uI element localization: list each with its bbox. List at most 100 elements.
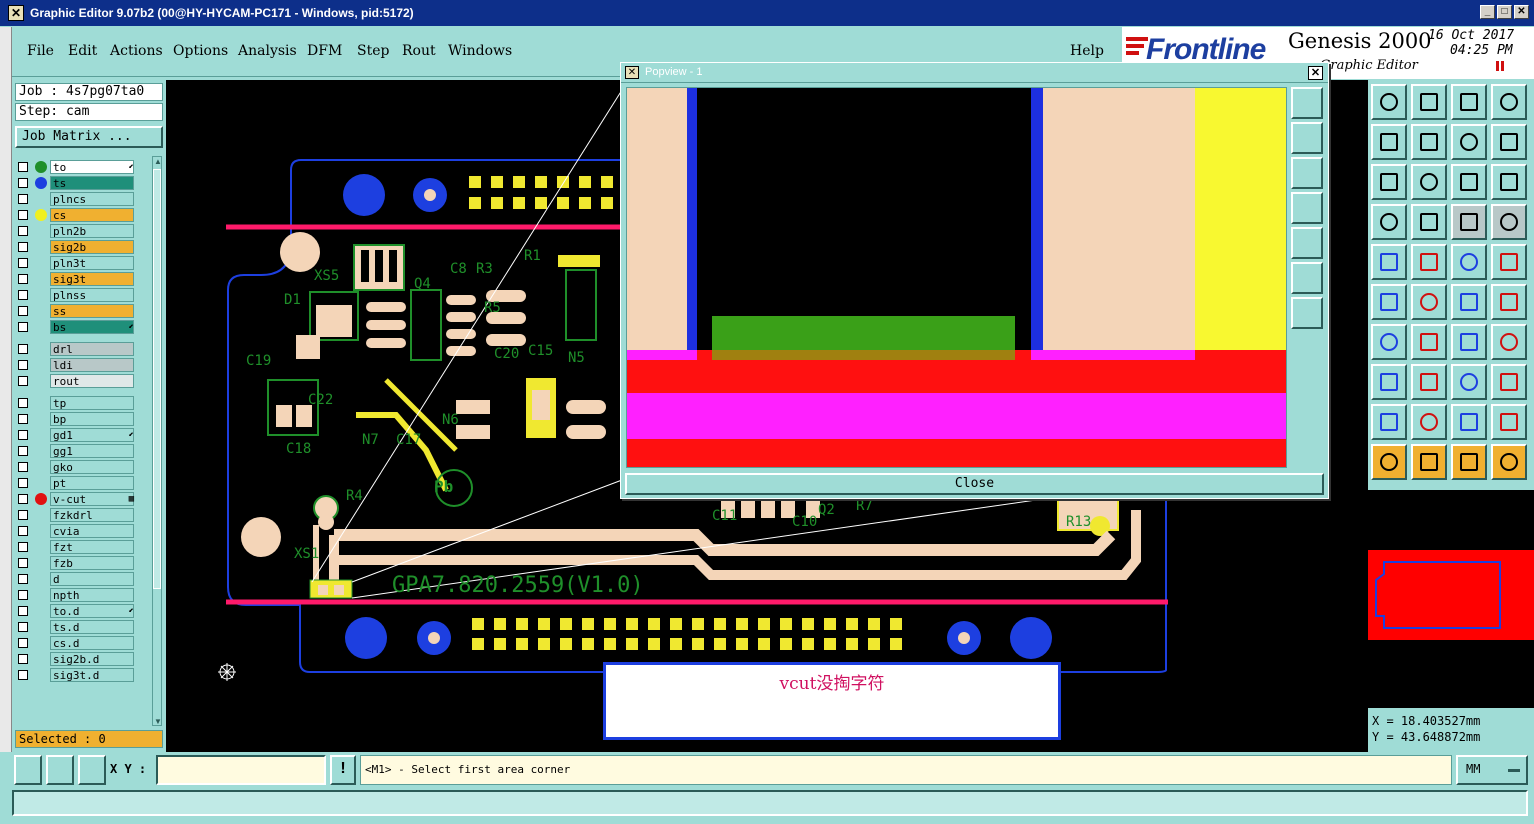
grid-icon[interactable] [1411,204,1447,240]
layer-checkbox[interactable] [18,242,28,252]
layer-checkbox[interactable] [18,446,28,456]
layer-checkbox[interactable] [18,494,28,504]
display-icon[interactable] [1491,204,1527,240]
layer-checkbox[interactable] [18,622,28,632]
delete-icon[interactable] [1411,284,1447,320]
arrow-edit-icon[interactable] [1411,324,1447,360]
zoom-fit-icon[interactable] [1371,164,1407,200]
layer-checkbox[interactable] [18,398,28,408]
menu-analysis[interactable]: Analysis [238,43,297,59]
popview-pan-left-icon[interactable] [1291,192,1323,224]
menu-actions[interactable]: Actions [110,43,163,59]
layer-row[interactable]: fzt [18,540,136,554]
command-line[interactable] [12,790,1528,816]
layer-checkbox[interactable] [18,290,28,300]
layer-checkbox[interactable] [18,210,28,220]
units-dropdown[interactable]: MM [1456,755,1528,785]
layer-row[interactable]: gd1 ⬋ [18,428,136,442]
polyline-icon[interactable] [1451,404,1487,440]
polygon-icon[interactable] [1411,404,1447,440]
pause-icon[interactable] [1496,61,1504,71]
scale-icon[interactable] [1451,164,1487,200]
layer-row[interactable]: ss [18,304,136,318]
job-matrix-button[interactable]: Job Matrix ... [15,126,163,148]
layer-row[interactable]: pln2b [18,224,136,238]
layer-checkbox[interactable] [18,274,28,284]
layer-row[interactable]: bp [18,412,136,426]
popview-zoom-out-icon[interactable] [1291,297,1323,329]
snap-mode-icon[interactable] [14,755,42,785]
layer-checkbox[interactable] [18,670,28,680]
layer-row[interactable]: d [18,572,136,586]
layer-row[interactable]: rout [18,374,136,388]
popview-zoom-in-icon[interactable] [1291,262,1323,294]
options-icon[interactable] [1371,204,1407,240]
popview-pan-right-icon[interactable] [1291,227,1323,259]
layer-checkbox[interactable] [18,430,28,440]
layer-row[interactable]: fzkdrl [18,508,136,522]
layer-list-scrollbar[interactable]: ▲ ▼ [152,156,162,726]
layer-row[interactable]: sig2b.d [18,652,136,666]
overview-map[interactable] [1368,550,1534,640]
layer-checkbox[interactable] [18,376,28,386]
open-step-icon[interactable] [1371,84,1407,120]
layer-row[interactable]: tp [18,396,136,410]
layer-row[interactable]: fzb [18,556,136,570]
maximize-button[interactable]: □ [1497,5,1512,19]
layer-row[interactable]: sig3t.d [18,668,136,682]
layer-row[interactable]: gg1 [18,444,136,458]
layer-row[interactable]: gko [18,460,136,474]
layer-checkbox[interactable] [18,178,28,188]
layer-row[interactable]: pt [18,476,136,490]
line-edit-icon[interactable] [1371,324,1407,360]
layer-row[interactable]: ts.d [18,620,136,634]
redo-icon[interactable] [1411,124,1447,160]
layer-row[interactable]: drl [18,342,136,356]
xy-input[interactable] [156,755,326,785]
arc-icon[interactable] [1451,324,1487,360]
popview-close-icon[interactable]: ✕ [1308,66,1323,80]
layer-checkbox[interactable] [18,542,28,552]
layer-checkbox[interactable] [18,478,28,488]
layer-row[interactable]: sig2b [18,240,136,254]
copy-icon[interactable] [1491,284,1527,320]
layer-row[interactable]: pln3t [18,256,136,270]
close-button[interactable]: ✕ [1514,5,1529,19]
layer-checkbox[interactable] [18,414,28,424]
layer-checkbox[interactable] [18,558,28,568]
layer-row[interactable]: ts [18,176,136,190]
layer-checkbox[interactable] [18,654,28,664]
layer-checkbox[interactable] [18,226,28,236]
layer-checkbox[interactable] [18,510,28,520]
layer-checkbox[interactable] [18,322,28,332]
layer-row[interactable]: to ⬋ [18,160,136,174]
layer-checkbox[interactable] [18,162,28,172]
menu-dfm[interactable]: DFM [307,43,342,59]
route-select-icon[interactable] [1491,444,1527,480]
menu-file[interactable]: File [27,43,54,59]
resize-icon[interactable] [1451,364,1487,400]
layer-row[interactable]: sig3t [18,272,136,286]
menu-edit[interactable]: Edit [68,43,97,59]
layer-row[interactable]: cvia [18,524,136,538]
ruler-icon[interactable] [1451,244,1487,280]
center-icon[interactable] [1411,164,1447,200]
layer-row[interactable]: to.d ⬋ [18,604,136,618]
help-icon[interactable] [1491,164,1527,200]
swap-icon[interactable] [1451,124,1487,160]
zoom-select-icon[interactable] [1451,444,1487,480]
popview-titlebar[interactable]: ✕ Popview - 1 ✕ [621,63,1328,83]
snap-icon[interactable] [1451,204,1487,240]
menu-help[interactable]: Help [1070,43,1104,59]
popview-close-button[interactable]: Close [625,473,1324,495]
spline-icon[interactable] [1491,404,1527,440]
alert-icon[interactable]: ! [330,755,356,785]
pointer-icon[interactable] [1371,444,1407,480]
layer-row[interactable]: plnss [18,288,136,302]
triangle-icon[interactable] [1371,404,1407,440]
add-circle-icon[interactable] [1491,244,1527,280]
zoom-window-icon[interactable] [1491,84,1527,120]
layer-row[interactable]: v-cut ▦ [18,492,136,506]
layer-checkbox[interactable] [18,590,28,600]
layer-checkbox[interactable] [18,638,28,648]
